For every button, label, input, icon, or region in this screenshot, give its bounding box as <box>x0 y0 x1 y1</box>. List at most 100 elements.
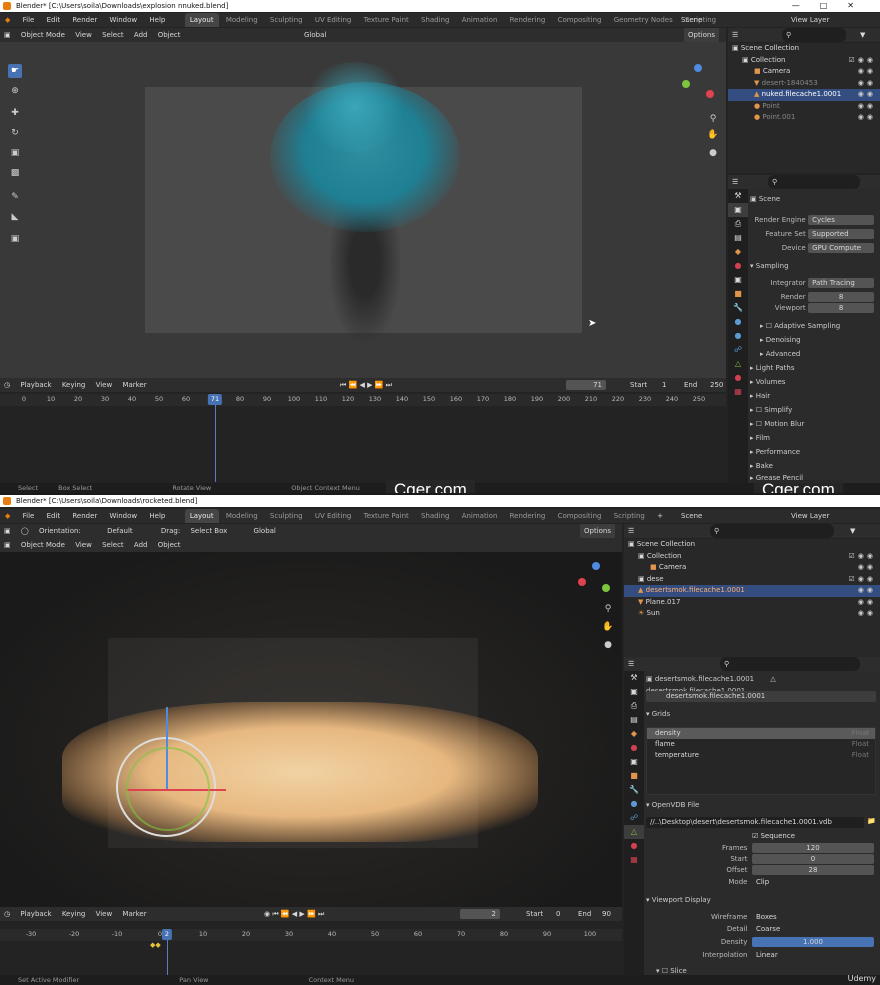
datablock-selector[interactable]: desertsmok.filecache1.0001 <box>646 691 876 702</box>
grids-list[interactable]: density Float flame Float temperature Float <box>646 727 876 795</box>
outliner-row[interactable]: ▣ Collection ☑◉◉ <box>624 551 880 563</box>
folder-icon[interactable]: 📁 <box>867 817 876 825</box>
visibility-icons[interactable]: ☑◉◉ <box>849 551 877 563</box>
object-menu[interactable]: Object <box>154 28 185 42</box>
measure-tool-icon[interactable]: ◣ <box>8 210 22 224</box>
rotate-tool-icon[interactable]: ↻ <box>8 126 22 140</box>
visibility-icons[interactable]: ◉◉ <box>858 66 876 78</box>
view-layer-tab-icon[interactable]: ▤ <box>624 713 644 727</box>
physics-tab-icon[interactable]: ● <box>624 797 644 811</box>
drag-dropdown[interactable]: Select Box <box>186 524 231 538</box>
visibility-icons[interactable]: ☑◉◉ <box>849 574 877 586</box>
outliner-editor-icon[interactable]: ☰ <box>624 524 638 538</box>
pan-hand-icon[interactable]: ✋ <box>706 128 720 142</box>
simplify-panel[interactable]: ▸ ☐ Simplify <box>750 404 876 416</box>
view-layer-selector[interactable]: View Layer <box>786 509 834 523</box>
mode-dropdown[interactable]: Clip <box>751 877 874 887</box>
sampling-panel-header[interactable]: ▾ Sampling <box>750 260 876 272</box>
outliner-row[interactable]: ▣ Collection ☑◉◉ <box>728 55 880 67</box>
keyframe-icon[interactable]: ◆◆ <box>150 941 161 949</box>
tab-shading[interactable]: Shading <box>416 13 454 27</box>
playhead-frame-label[interactable]: 2 <box>161 929 173 940</box>
outliner-row-selected[interactable]: ▲ desertsmok.filecache1.0001 ◉◉ <box>624 585 880 597</box>
select-menu[interactable]: Select <box>98 538 128 552</box>
visibility-icons[interactable]: ◉◉ <box>858 585 876 597</box>
add-menu[interactable]: Add <box>130 28 152 42</box>
transform-orientation-dropdown[interactable]: Global <box>300 28 330 42</box>
props-editor-icon[interactable]: ☰ <box>624 657 638 671</box>
camera-view-icon[interactable]: ● <box>706 146 720 160</box>
timeline-ruler[interactable]: -30 -20 -10 0 10 20 30 40 50 60 70 80 90 100 <box>0 929 622 941</box>
visibility-icons[interactable]: ◉◉ <box>858 597 876 609</box>
tab-sculpting[interactable]: Sculpting <box>265 509 308 523</box>
gizmo-x-axis[interactable] <box>602 584 610 592</box>
offset-field[interactable]: 28 <box>751 865 874 875</box>
particles-tab-icon[interactable]: ● <box>728 315 748 329</box>
volume-data-tab-icon[interactable]: △ <box>624 825 644 839</box>
bottom-timeline[interactable]: -30 -20 -10 0 10 20 30 40 50 60 70 80 90 100 2 ◆◆ <box>0 921 622 975</box>
start-value[interactable]: 0 <box>552 907 564 921</box>
tab-uv-editing[interactable]: UV Editing <box>310 509 357 523</box>
light-paths-panel[interactable]: ▸ Light Paths <box>750 362 876 374</box>
options-dropdown[interactable]: Options <box>580 524 616 538</box>
collection-tab-icon[interactable]: ▣ <box>624 755 644 769</box>
tab-shading[interactable]: Shading <box>416 509 454 523</box>
list-item[interactable]: flame Float <box>647 739 875 750</box>
viewport-samples-field[interactable]: 8 <box>808 303 874 313</box>
constraints-tab-icon[interactable]: ☍ <box>728 343 748 357</box>
performance-panel[interactable]: ▸ Performance <box>750 446 876 458</box>
visibility-icons[interactable]: ◉◉ <box>858 608 876 620</box>
scene-selector[interactable]: Scene <box>676 509 707 523</box>
tab-rendering[interactable]: Rendering <box>505 13 551 27</box>
active-tool-icon[interactable]: ◯ <box>17 524 33 538</box>
tool-tab-icon[interactable]: ⚒ <box>728 189 748 203</box>
transform-tool-icon[interactable]: ▩ <box>8 166 22 180</box>
add-cube-tool-icon[interactable]: ▣ <box>8 232 22 246</box>
camera-view-icon[interactable]: ● <box>601 638 615 652</box>
render-samples-field[interactable]: 8 <box>808 292 874 302</box>
outliner-row-selected[interactable]: ▲ nuked.filecache1.0001 ◉◉ <box>728 89 880 101</box>
props-search-icon[interactable]: ⚲ <box>768 175 860 189</box>
outliner-row[interactable]: ▣ Scene Collection <box>624 539 880 551</box>
modifier-tab-icon[interactable]: 🔧 <box>728 301 748 315</box>
select-tool-icon[interactable]: ☛ <box>8 64 22 78</box>
transform-orientation-dropdown[interactable]: Global <box>250 524 280 538</box>
start-value[interactable]: 1 <box>658 378 670 392</box>
menu-edit[interactable]: Edit <box>42 13 66 27</box>
render-tab-icon[interactable]: ▣ <box>728 203 748 217</box>
density-field[interactable]: 1.000 <box>751 937 874 947</box>
scene-tab-icon[interactable]: ◆ <box>728 245 748 259</box>
menu-file[interactable]: File <box>18 13 40 27</box>
visibility-icons[interactable]: ☑◉◉ <box>849 55 877 67</box>
visibility-icons[interactable]: ◉◉ <box>858 101 876 113</box>
zoom-icon[interactable]: ⚲ <box>601 602 615 616</box>
gizmo-z-axis[interactable] <box>592 562 600 570</box>
navigation-gizmo[interactable] <box>576 562 616 602</box>
gizmo-z-axis[interactable] <box>694 64 702 72</box>
cursor-tool-icon[interactable]: ⊕ <box>8 84 22 98</box>
outliner-row[interactable]: ▣ dese ☑◉◉ <box>624 574 880 586</box>
integrator-dropdown[interactable]: Path Tracing <box>808 278 874 288</box>
timeline-editor-icon[interactable]: ◷ <box>0 907 14 921</box>
menu-help[interactable]: Help <box>144 509 170 523</box>
tab-animation[interactable]: Animation <box>457 13 503 27</box>
constraints-tab-icon[interactable]: ☍ <box>624 811 644 825</box>
timeline-editor-icon[interactable]: ◷ <box>0 378 14 392</box>
material-tab-icon[interactable]: ● <box>728 371 748 385</box>
visibility-icons[interactable]: ◉◉ <box>858 112 876 124</box>
physics-tab-icon[interactable]: ● <box>728 329 748 343</box>
playhead-frame-label[interactable]: 71 <box>207 394 223 405</box>
scene-tab-icon[interactable]: ◆ <box>624 727 644 741</box>
mode-icon[interactable]: ▣ <box>0 538 15 552</box>
menu-render[interactable]: Render <box>67 509 102 523</box>
playback-controls[interactable]: ◉ ⏮ ⏪ ◀ ▶ ⏩ ⏭ <box>260 907 328 921</box>
tab-animation[interactable]: Animation <box>457 509 503 523</box>
blender-menu-icon[interactable]: ◆ <box>0 13 15 27</box>
slice-panel-header[interactable]: ▾ ☐ Slice <box>646 965 876 977</box>
bake-panel[interactable]: ▸ Bake <box>750 460 876 472</box>
visibility-icons[interactable]: ◉◉ <box>858 89 876 101</box>
gizmo-y-axis[interactable] <box>578 578 586 586</box>
outliner-row[interactable]: ● Point.001 ◉◉ <box>728 112 880 124</box>
editor-type-icon[interactable]: ▣ <box>0 524 15 538</box>
bottom-3d-viewport[interactable]: ⚲ ✋ ● <box>0 552 622 907</box>
